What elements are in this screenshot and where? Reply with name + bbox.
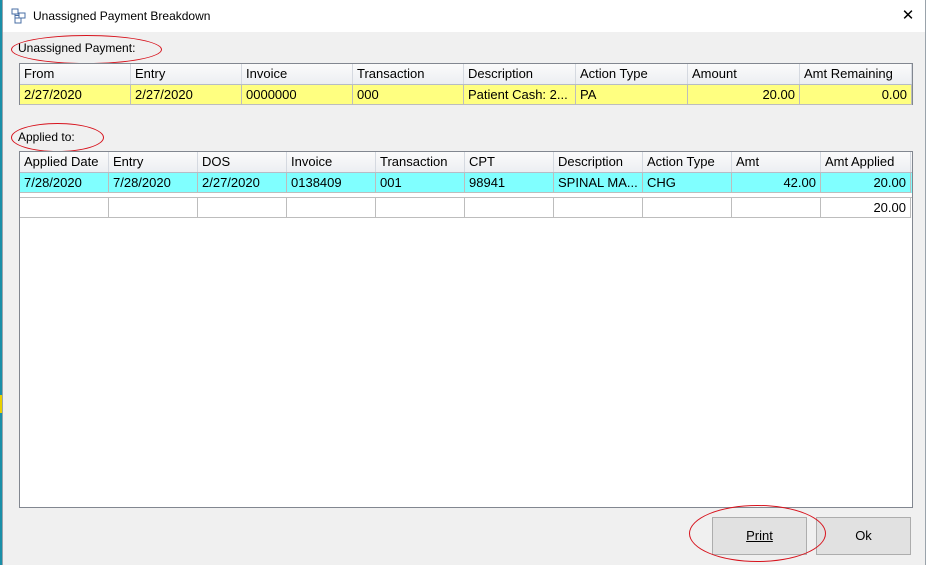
dialog-window: Unassigned Payment Breakdown ✕ Unassigne… (2, 0, 926, 565)
unassigned-payment-grid[interactable]: From Entry Invoice Transaction Description Ac… (19, 63, 913, 105)
column-header[interactable]: Description (464, 64, 576, 84)
table-cell (198, 198, 287, 218)
table-row[interactable]: 2/27/2020 2/27/2020 0000000 000 Patient Cash… (20, 85, 912, 105)
ok-button[interactable]: Ok (816, 517, 911, 555)
table-cell: SPINAL MA... (554, 173, 643, 193)
column-header[interactable]: CPT (465, 152, 554, 172)
table-cell: 42.00 (732, 173, 821, 193)
table-cell (732, 198, 821, 218)
table-cell: 000 (353, 85, 464, 105)
print-button[interactable]: Print (712, 517, 807, 555)
table-cell: 2/27/2020 (131, 85, 242, 105)
table-cell (465, 198, 554, 218)
column-header[interactable]: Transaction (376, 152, 465, 172)
column-header[interactable]: Entry (109, 152, 198, 172)
table-cell: PA (576, 85, 688, 105)
table-cell: 7/28/2020 (109, 173, 198, 193)
column-header[interactable]: Invoice (287, 152, 376, 172)
table-cell: 20.00 (821, 173, 911, 193)
grid-header: From Entry Invoice Transaction Description Ac… (20, 64, 912, 85)
table-cell (554, 198, 643, 218)
table-cell: Patient Cash: 2... (464, 85, 576, 105)
column-header[interactable]: Transaction (353, 64, 464, 84)
app-icon (11, 8, 26, 24)
column-header[interactable]: Amt (732, 152, 821, 172)
close-icon[interactable]: ✕ (891, 0, 925, 32)
column-header[interactable]: Applied Date (20, 152, 109, 172)
column-header[interactable]: From (20, 64, 131, 84)
column-header[interactable]: Action Type (643, 152, 732, 172)
unassigned-payment-label: Unassigned Payment: (18, 41, 136, 55)
table-row[interactable]: 7/28/2020 7/28/2020 2/27/2020 0138409 001 989… (20, 173, 912, 193)
table-cell: 2/27/2020 (198, 173, 287, 193)
table-cell: 0.00 (800, 85, 912, 105)
table-cell (376, 198, 465, 218)
table-cell: 7/28/2020 (20, 173, 109, 193)
column-header[interactable]: Invoice (242, 64, 353, 84)
table-cell (643, 198, 732, 218)
table-cell: 2/27/2020 (20, 85, 131, 105)
table-cell: CHG (643, 173, 732, 193)
window-title: Unassigned Payment Breakdown (33, 9, 211, 23)
column-header[interactable]: Amt Remaining (800, 64, 912, 84)
ok-button-label: Ok (855, 528, 872, 543)
grid-header: Applied Date Entry DOS Invoice Transaction CP… (20, 152, 912, 173)
column-header[interactable]: DOS (198, 152, 287, 172)
column-header[interactable]: Amount (688, 64, 800, 84)
column-header[interactable]: Entry (131, 64, 242, 84)
table-cell (287, 198, 376, 218)
totals-row: 20.00 (20, 197, 912, 218)
print-button-label: Print (746, 528, 773, 543)
table-cell: 001 (376, 173, 465, 193)
table-cell: 0138409 (287, 173, 376, 193)
table-cell: 20.00 (688, 85, 800, 105)
column-header[interactable]: Amt Applied (821, 152, 911, 172)
applied-to-label: Applied to: (18, 130, 75, 144)
table-cell: 0000000 (242, 85, 353, 105)
table-cell: 98941 (465, 173, 554, 193)
table-cell (109, 198, 198, 218)
total-amt-applied: 20.00 (821, 198, 911, 218)
applied-to-grid[interactable]: Applied Date Entry DOS Invoice Transaction CP… (19, 151, 913, 508)
column-header[interactable]: Description (554, 152, 643, 172)
table-cell (20, 198, 109, 218)
column-header[interactable]: Action Type (576, 64, 688, 84)
title-bar[interactable]: Unassigned Payment Breakdown ✕ (3, 0, 925, 32)
